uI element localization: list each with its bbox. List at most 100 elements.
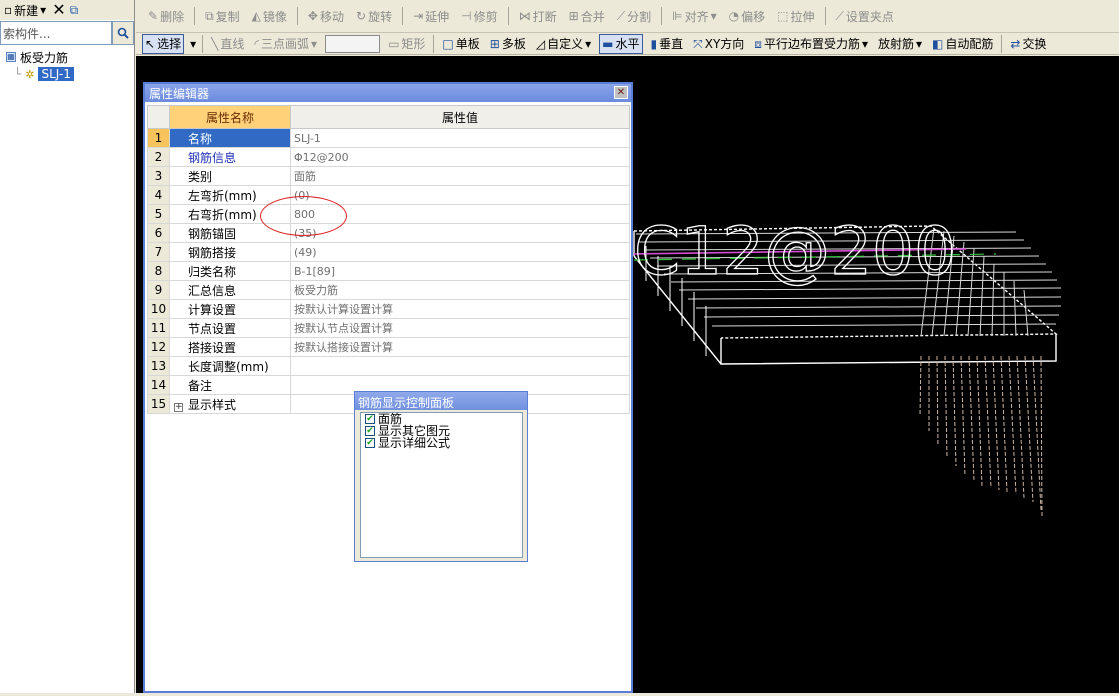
align-button[interactable]: ⊫ 对齐 ▾ (670, 6, 719, 26)
row-index: 3 (147, 166, 170, 186)
copy-button[interactable]: ⧉ 复制 (203, 6, 242, 26)
stretch-button[interactable]: ⬚ 拉伸 (775, 6, 816, 26)
property-row[interactable]: 2 钢筋信息 Φ12@200 (147, 147, 630, 167)
property-name[interactable]: 备注 (169, 375, 291, 395)
rect-icon: ▭ (388, 36, 400, 51)
parallel-edge-button[interactable]: ⧈ 平行边布置受力筋 ▾ (752, 34, 870, 54)
property-name[interactable]: 钢筋信息 (169, 147, 291, 167)
select-button[interactable]: ↖ 选择 (142, 33, 185, 54)
tree-item-root[interactable]: ▦ 板受力筋 (6, 49, 68, 65)
property-name[interactable]: 名称 (169, 128, 291, 148)
vertical-button[interactable]: ▮ 垂直 (649, 34, 686, 54)
delete-icon[interactable]: ✕ (52, 2, 65, 18)
radial-button[interactable]: 放射筋 ▾ (876, 34, 924, 54)
trim-button[interactable]: ⊣ 修剪 (459, 6, 499, 26)
chevron-down-icon[interactable]: ▾ (190, 38, 196, 50)
property-name[interactable]: 汇总信息 (169, 280, 291, 300)
extend-icon: ⇥ (413, 9, 424, 23)
row-index: 15 (147, 394, 170, 414)
property-row[interactable]: 7 钢筋搭接 (49) (147, 242, 630, 262)
property-value[interactable]: 面筋 (290, 166, 630, 186)
property-value[interactable]: (0) (290, 185, 630, 205)
expand-icon[interactable]: + (174, 402, 183, 412)
property-row[interactable]: 4 左弯折(mm) (0) (147, 185, 630, 205)
property-row[interactable]: 5 右弯折(mm) 800 (147, 204, 630, 224)
offset-button[interactable]: ◔ 偏移 (727, 6, 768, 26)
property-row[interactable]: 6 钢筋锚固 (35) (147, 223, 630, 243)
line-button[interactable]: ╲ 直线 (209, 34, 246, 54)
property-row[interactable]: 3 类别 面筋 (147, 166, 630, 186)
property-name[interactable]: 归类名称 (169, 261, 291, 281)
property-name-text: 钢筋锚固 (188, 226, 237, 241)
property-name[interactable]: 计算设置 (169, 299, 291, 319)
property-value[interactable]: (49) (290, 242, 630, 262)
property-row[interactable]: 12 搭接设置 按默认搭接设置计算 (147, 337, 630, 357)
auto-rebar-button[interactable]: ◧ 自动配筋 (930, 34, 995, 54)
row-index: 12 (147, 337, 170, 357)
checkbox-checked-icon[interactable]: ✔ (365, 414, 375, 424)
property-row[interactable]: 13 长度调整(mm) (147, 356, 630, 376)
property-row[interactable]: 9 汇总信息 板受力筋 (147, 280, 630, 300)
property-value[interactable]: Φ12@200 (290, 147, 630, 167)
break-button[interactable]: ⋈ 打断 (517, 6, 559, 26)
custom-button[interactable]: ◿ 自定义 ▾ (534, 34, 593, 54)
search-button[interactable] (112, 21, 134, 45)
property-value[interactable]: B-1[89] (290, 261, 630, 281)
property-name[interactable]: + 显示样式 (169, 394, 291, 414)
checkbox-checked-icon[interactable]: ✔ (365, 438, 375, 448)
move-icon: ✥ (307, 9, 318, 23)
draw-mode-select[interactable] (325, 34, 381, 53)
property-value[interactable]: SLJ-1 (290, 128, 630, 148)
property-name-text: 长度调整(mm) (188, 359, 269, 374)
rotate-button[interactable]: ↻ 旋转 (354, 6, 394, 26)
set-grip-button[interactable]: ⟋ 设置夹点 (834, 6, 896, 26)
multi-slab-icon: ⊞ (489, 36, 500, 51)
tree-item-label: 板受力筋 (20, 50, 69, 65)
rebar-component-icon: ✲ (25, 67, 35, 81)
property-value[interactable] (290, 356, 630, 376)
move-button[interactable]: ✥ 移动 (306, 6, 346, 26)
property-name-text: 显示样式 (188, 397, 237, 412)
merge-button[interactable]: ⊞ 合并 (567, 6, 607, 26)
row-index: 13 (147, 356, 170, 376)
swap-button[interactable]: ⇄ 交换 (1008, 34, 1048, 54)
copy-icon[interactable]: ⧉ (70, 4, 79, 16)
property-name[interactable]: 搭接设置 (169, 337, 291, 357)
split-button[interactable]: ⟋ 分割 (615, 6, 653, 26)
mirror-button[interactable]: ◭ 镜像 (250, 6, 289, 26)
close-button[interactable]: ✕ (614, 86, 628, 99)
tree-item-slj1[interactable]: └ ✲ SLJ-1 (14, 66, 74, 82)
property-value[interactable]: 按默认搭接设置计算 (290, 337, 630, 357)
expand-icon[interactable]: ▦ (6, 52, 16, 62)
column-header-value[interactable]: 属性值 (290, 105, 630, 129)
checkbox-checked-icon[interactable]: ✔ (365, 426, 375, 436)
horizontal-button[interactable]: ▬ 水平 (599, 33, 643, 54)
separator (1001, 34, 1003, 53)
property-row[interactable]: 8 归类名称 B-1[89] (147, 261, 630, 281)
xy-direction-button[interactable]: ⤧ XY方向 (691, 34, 746, 54)
arc-button[interactable]: ◜ 三点画弧 ▾ (252, 34, 319, 54)
rect-button[interactable]: ▭ 矩形 (386, 34, 427, 54)
column-header-name[interactable]: 属性名称 (169, 105, 291, 129)
auto-rebar-icon: ◧ (932, 36, 944, 51)
property-row[interactable]: 10 计算设置 按默认计算设置计算 (147, 299, 630, 319)
property-row[interactable]: 1 名称 SLJ-1 (147, 128, 630, 148)
property-name[interactable]: 钢筋搭接 (169, 242, 291, 262)
property-value[interactable]: (35) (290, 223, 630, 243)
search-input[interactable]: 索构件... (0, 21, 112, 45)
property-value[interactable]: 按默认节点设置计算 (290, 318, 630, 338)
property-value[interactable]: 板受力筋 (290, 280, 630, 300)
single-slab-button[interactable]: □ 单板 (440, 34, 481, 54)
option-show-formula[interactable]: ✔ 显示详细公式 (365, 437, 522, 449)
extend-button[interactable]: ⇥ 延伸 (411, 6, 451, 26)
property-row[interactable]: 11 节点设置 按默认节点设置计算 (147, 318, 630, 338)
delete-button[interactable]: ✎ 删除 (146, 6, 186, 26)
new-button[interactable]: ▫ 新建 ▾ (2, 0, 48, 20)
property-name[interactable]: 长度调整(mm) (169, 356, 291, 376)
multi-slab-button[interactable]: ⊞ 多板 (488, 34, 528, 54)
property-value[interactable]: 按默认计算设置计算 (290, 299, 630, 319)
line-icon: ╲ (211, 36, 219, 51)
row-index: 1 (147, 128, 170, 148)
property-name[interactable]: 节点设置 (169, 318, 291, 338)
property-name[interactable]: 类别 (169, 166, 291, 186)
